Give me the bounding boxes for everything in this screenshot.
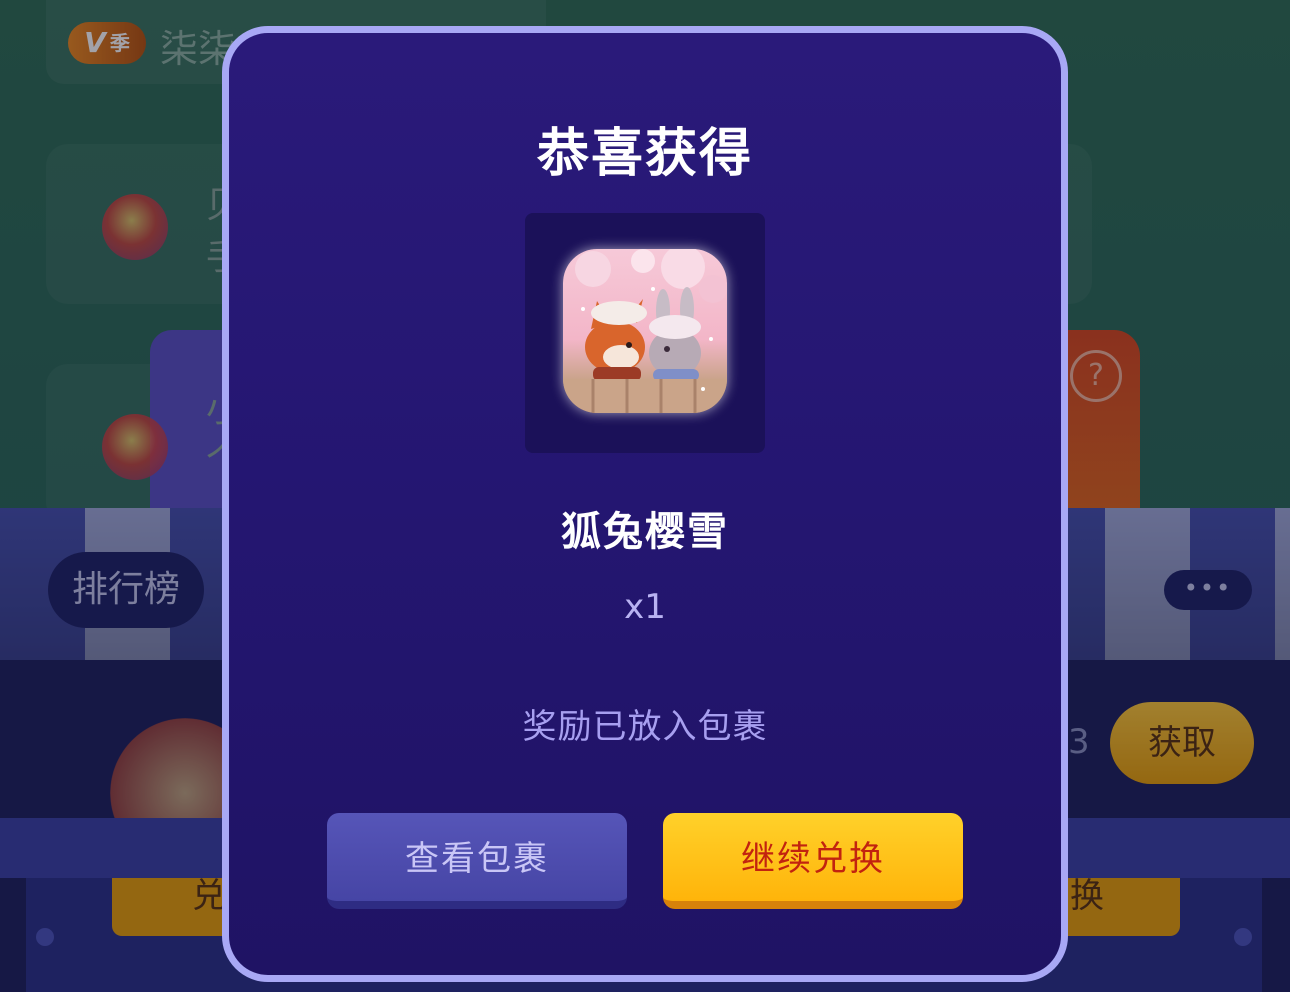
fox-bunny-illustration [563, 249, 727, 413]
prize-name: 狐兔樱雪 [561, 509, 729, 555]
prize-frame [525, 213, 765, 453]
reward-note: 奖励已放入包裹 [522, 707, 768, 747]
reward-dialog: 恭喜获得 狐兔樱雪 x1 奖励已放入包裹 查看包裹 继续兑换 [222, 26, 1068, 982]
prize-quantity: x1 [624, 587, 666, 627]
dialog-title: 恭喜获得 [536, 124, 753, 184]
continue-exchange-button[interactable]: 继续兑换 [663, 813, 963, 909]
view-package-button[interactable]: 查看包裹 [327, 813, 627, 909]
prize-image [563, 249, 727, 413]
